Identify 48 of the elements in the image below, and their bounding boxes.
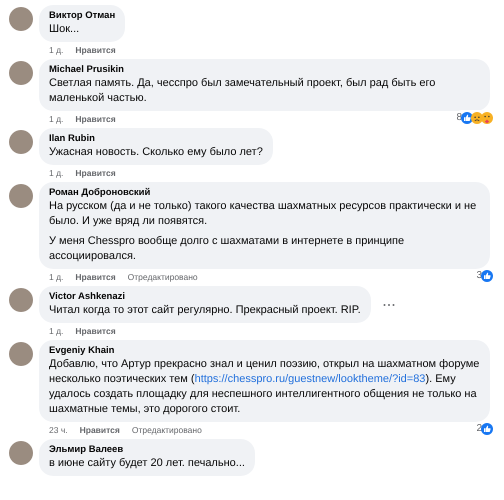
like-link[interactable]: Нравится [75, 325, 116, 337]
author-name[interactable]: Ilan Rubin [49, 132, 263, 145]
thumbs-up-icon [481, 422, 493, 434]
like-link[interactable]: Нравится [75, 44, 116, 56]
timestamp[interactable]: 1 д. [49, 167, 64, 179]
avatar[interactable] [9, 342, 33, 366]
timestamp[interactable]: 23 ч. [49, 424, 68, 436]
comment-text: Добавлю, что Артур прекрасно знал и ценил поэзию, открыл на шахматном форуме несколько поэтических тем (https://chesspro.ru/guestnew/looktheme/?id=83). Ему удалось создать площадку для неспешного интеллигентного общения не только на шахматные темы, это дорогого стоит. [49, 357, 480, 417]
like-link[interactable]: Нравится [75, 167, 116, 179]
avatar[interactable] [9, 61, 33, 85]
author-name[interactable]: Эльмир Валеев [49, 443, 245, 456]
timestamp[interactable]: 1 д. [49, 113, 64, 125]
edited-label: Отредактировано [132, 424, 202, 436]
avatar[interactable] [9, 184, 33, 208]
avatar[interactable] [9, 288, 33, 312]
author-name[interactable]: Michael Prusikin [49, 63, 480, 76]
edited-label: Отредактировано [128, 271, 198, 283]
avatar[interactable] [9, 441, 33, 465]
author-name[interactable]: Victor Ashkenazi [49, 290, 361, 303]
timestamp[interactable]: 1 д. [49, 325, 64, 337]
comment-text: На русском (да и не только) такого качества шахматных ресурсов практически и не было. И уже вряд ли появятся. [49, 199, 478, 229]
reaction-count: 8 [456, 111, 462, 125]
comment-text: Читал когда то этот сайт регулярно. Прекрасный проект. RIP. [49, 303, 361, 318]
thumbs-up-icon [481, 270, 493, 282]
timestamp[interactable]: 1 д. [49, 271, 64, 283]
like-link[interactable]: Нравится [75, 271, 116, 283]
timestamp[interactable]: 1 д. [49, 44, 64, 56]
link[interactable]: https://chesspro.ru/guestnew/looktheme/? [194, 373, 398, 385]
link[interactable]: id=83 [398, 372, 426, 387]
reaction-badge[interactable]: 2 [475, 421, 494, 436]
comment-text: Светлая память. Да, чесспро был замечательный проект, был рад быть его маленькой частью. [49, 76, 436, 106]
comment-text: Ужасная новость. Сколько ему было лет? [49, 145, 263, 160]
avatar[interactable] [9, 130, 33, 154]
avatar[interactable] [9, 7, 33, 31]
comment-text: Шок... [49, 22, 80, 37]
like-link[interactable]: Нравится [80, 424, 120, 436]
author-name[interactable]: Evgeniy Khain [49, 344, 480, 357]
reaction-count: 2 [476, 422, 482, 436]
hugging-face-icon [481, 112, 493, 124]
reaction-badge[interactable]: 3 [475, 268, 494, 283]
comment-text: в июне сайту будет 20 лет. печально... [49, 456, 245, 471]
author-name[interactable]: Роман Доброновский [49, 186, 480, 199]
like-link[interactable]: Нравится [75, 113, 116, 125]
reaction-count: 3 [476, 269, 482, 283]
reaction-badge[interactable]: 8 [455, 110, 494, 125]
author-name[interactable]: Виктор Отман [49, 9, 116, 22]
more-options-icon[interactable] [382, 302, 395, 306]
comment-text: У меня Chesspro вообще долго с шахматами в интернете в принципе ассоциировался. [49, 234, 406, 264]
